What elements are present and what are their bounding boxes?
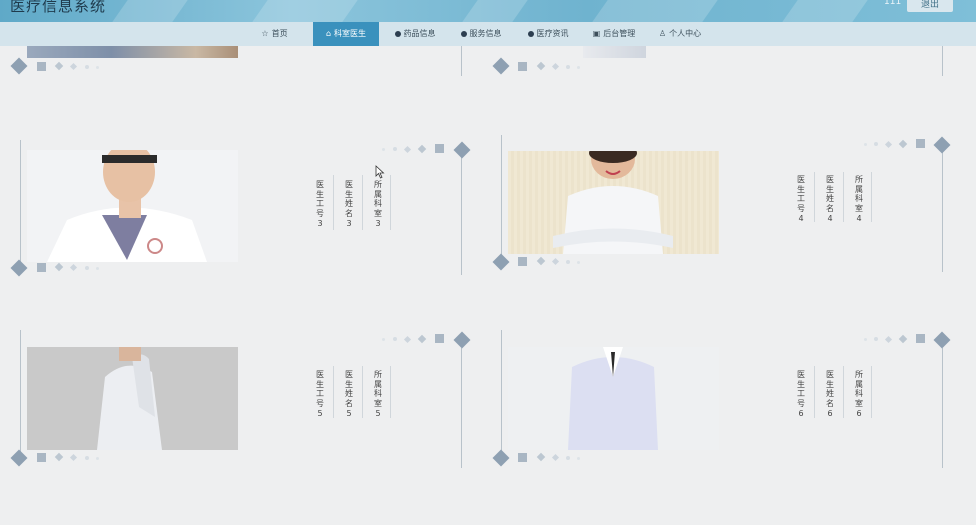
- doctor-name: 医生姓名 6: [826, 370, 834, 418]
- info-icon: [527, 31, 534, 37]
- app-title: 医疗信息系统: [10, 0, 107, 15]
- bag-icon: ⌂: [325, 29, 332, 38]
- doctor-department: 所属科室 4: [855, 175, 863, 223]
- doctor-photo: [27, 150, 238, 262]
- doctor-department: 所属科室 5: [374, 370, 382, 418]
- nav-home[interactable]: ☆ 首页: [252, 22, 297, 46]
- current-user: 111: [884, 0, 902, 7]
- doctor-photo: [508, 151, 719, 254]
- question-icon: [460, 31, 467, 37]
- doctor-name: 医生姓名 4: [826, 175, 834, 223]
- mouse-cursor-icon: [375, 165, 385, 179]
- doctor-name: 医生姓名 3: [345, 180, 353, 228]
- doctor-photo: [508, 347, 719, 450]
- nav-admin[interactable]: ▣ 后台管理: [584, 22, 644, 46]
- nav-service-info[interactable]: 服务信息: [451, 22, 511, 46]
- doctor-id: 医生工号 5: [316, 370, 324, 418]
- briefcase-icon: ▣: [592, 29, 601, 38]
- nav-personal-center[interactable]: ♙ 个人中心: [650, 22, 710, 46]
- doctor-photo: [27, 347, 238, 450]
- top-banner: 医疗信息系统 111 退出: [0, 0, 976, 22]
- nav-medical-news[interactable]: 医疗资讯: [518, 22, 578, 46]
- doctor-department: 所属科室 3: [374, 180, 382, 228]
- nav-medicine-info[interactable]: 药品信息: [385, 22, 445, 46]
- doctor-id: 医生工号 4: [797, 175, 805, 223]
- main-nav: ☆ 首页 ⌂ 科室医生 药品信息 服务信息 医疗资讯 ▣ 后台管理 ♙ 个人中心: [0, 22, 976, 46]
- doctor-id: 医生工号 3: [316, 180, 324, 228]
- doctor-name: 医生姓名 5: [345, 370, 353, 418]
- doctor-id: 医生工号 6: [797, 370, 805, 418]
- logout-button[interactable]: 退出: [907, 0, 953, 12]
- doctor-photo-partial: [27, 46, 238, 58]
- user-icon: ♙: [658, 29, 667, 38]
- doctor-photo-partial: [583, 46, 646, 58]
- dot-icon: [394, 31, 401, 37]
- star-icon: ☆: [261, 29, 269, 38]
- nav-departments-doctors[interactable]: ⌂ 科室医生: [313, 22, 379, 46]
- doctor-department: 所属科室 6: [855, 370, 863, 418]
